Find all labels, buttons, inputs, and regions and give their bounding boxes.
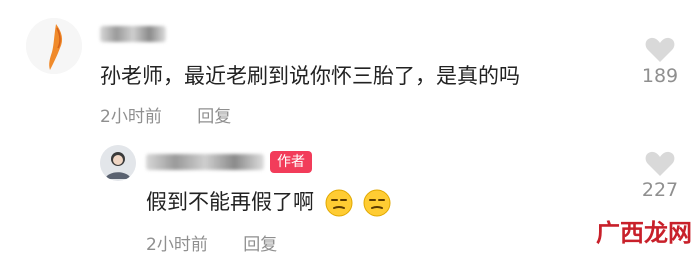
comment-time: 2小时前: [100, 107, 162, 127]
heart-icon[interactable]: [645, 36, 675, 63]
username-blurred[interactable]: [100, 26, 166, 42]
comment-meta: 2小时前 回复: [100, 102, 231, 127]
reply-like-column: 227: [636, 150, 684, 201]
reply-text: 假到不能再假了啊: [146, 190, 314, 214]
watermark-logo: 广西龙网: [596, 218, 692, 247]
comment-text: 孙老师，最近老刷到说你怀三胎了，是真的吗: [100, 64, 520, 88]
author-username-blurred[interactable]: [146, 154, 264, 170]
reply-button[interactable]: 回复: [197, 107, 231, 127]
avatar[interactable]: [26, 18, 82, 74]
author-badge: 作者: [270, 151, 312, 173]
author-avatar[interactable]: [100, 145, 136, 181]
like-column: 189: [636, 36, 684, 87]
heart-icon[interactable]: [645, 150, 675, 177]
reply-like-count: 227: [641, 179, 679, 201]
unamused-face-icon: [325, 189, 353, 217]
like-count: 189: [641, 65, 679, 87]
reply-text-row: 假到不能再假了啊: [146, 186, 391, 217]
reply-time: 2小时前: [146, 235, 208, 255]
reply-meta: 2小时前 回复: [146, 230, 277, 255]
unamused-face-icon: [363, 189, 391, 217]
reply-to-reply-button[interactable]: 回复: [243, 235, 277, 255]
